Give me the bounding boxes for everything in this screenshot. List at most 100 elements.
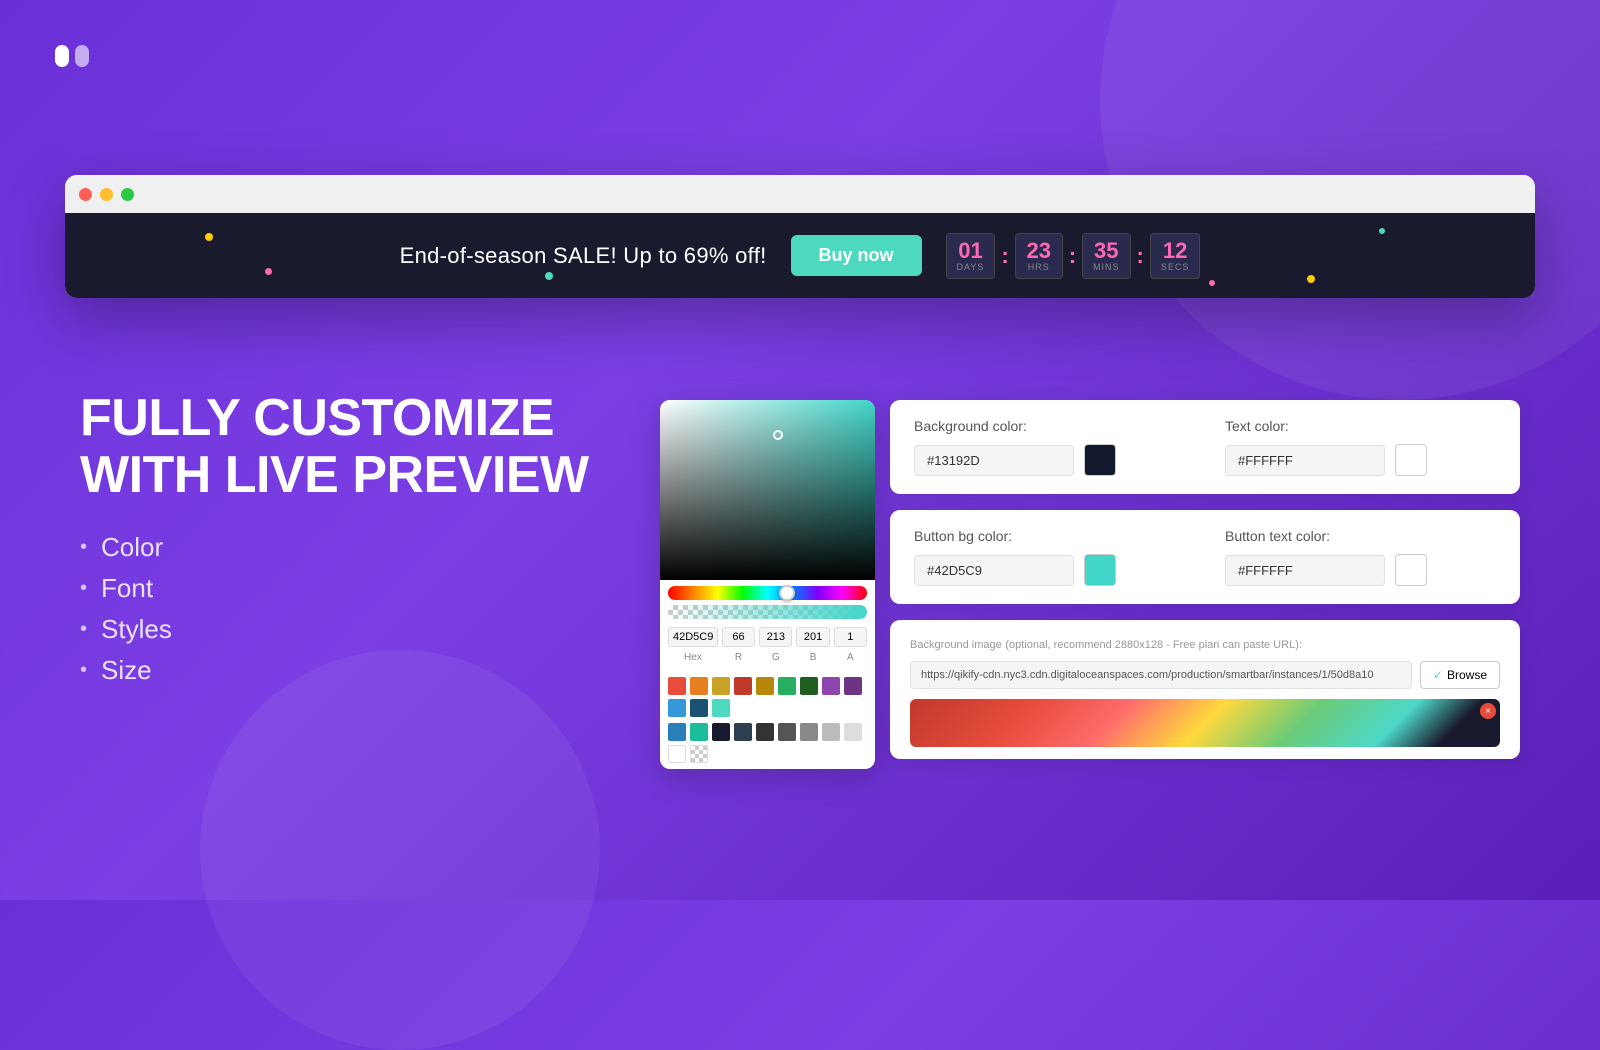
window-minimize-dot[interactable] <box>100 188 113 201</box>
banner-sale-text: End-of-season SALE! Up to 69% off! <box>400 243 767 269</box>
btn-text-color-group: Button text color: <box>1225 528 1496 586</box>
deco-dot-pink <box>265 268 272 275</box>
logo <box>48 32 96 80</box>
text-color-swatch[interactable] <box>1395 444 1427 476</box>
countdown-secs-label: SECS <box>1161 262 1190 272</box>
hex-input[interactable] <box>668 627 718 647</box>
countdown-secs-val: 12 <box>1161 240 1190 262</box>
browser-titlebar <box>65 175 1535 213</box>
main-title: FULLY CUSTOMIZE WITH LIVE PREVIEW <box>80 390 640 504</box>
swatch-dark-green[interactable] <box>800 677 818 695</box>
right-panels: Background color: Text color: Button bg … <box>890 400 1520 759</box>
countdown-days-val: 01 <box>957 240 985 262</box>
swatch-mid-gray[interactable] <box>778 723 796 741</box>
countdown-hrs-val: 23 <box>1026 240 1052 262</box>
swatch-orange[interactable] <box>690 677 708 695</box>
deco-dot-cyan2 <box>545 272 553 280</box>
swatch-mid-blue[interactable] <box>668 723 686 741</box>
r-label: R <box>722 651 755 663</box>
swatch-dark-navy[interactable] <box>734 723 752 741</box>
window-close-dot[interactable] <box>79 188 92 201</box>
browse-button[interactable]: ✓ Browse <box>1420 661 1500 689</box>
swatch-dark-purple[interactable] <box>844 677 862 695</box>
countdown-mins-label: MINS <box>1093 262 1120 272</box>
swatch-red[interactable] <box>668 677 686 695</box>
text-color-label: Text color: <box>1225 418 1496 434</box>
countdown-secs: 12 SECS <box>1150 233 1201 279</box>
countdown-hrs: 23 HRS <box>1015 233 1063 279</box>
g-input[interactable] <box>759 627 792 647</box>
feature-font: •Font <box>80 573 640 604</box>
bg-color-group: Background color: <box>914 418 1185 476</box>
a-input[interactable] <box>834 627 867 647</box>
swatch-white[interactable] <box>668 745 686 763</box>
swatch-gold[interactable] <box>712 677 730 695</box>
btn-text-color-swatch[interactable] <box>1395 554 1427 586</box>
swatch-blue[interactable] <box>668 699 686 717</box>
countdown-sep1: : <box>1001 243 1008 269</box>
deco-dot-yellow2 <box>1307 275 1315 283</box>
text-color-input-row <box>1225 444 1496 476</box>
swatch-dark-gold[interactable] <box>756 677 774 695</box>
btn-bg-input-row <box>914 554 1185 586</box>
swatch-lighter-gray[interactable] <box>844 723 862 741</box>
color-swatches-2 <box>660 723 875 769</box>
swatch-navy[interactable] <box>712 723 730 741</box>
countdown-hrs-label: HRS <box>1026 262 1052 272</box>
window-maximize-dot[interactable] <box>121 188 134 201</box>
left-section: FULLY CUSTOMIZE WITH LIVE PREVIEW •Color… <box>80 390 640 696</box>
color-gradient[interactable] <box>660 400 875 580</box>
swatch-gray[interactable] <box>800 723 818 741</box>
b-label: B <box>796 651 829 663</box>
deco-dot-pink2 <box>1209 280 1215 286</box>
swatch-dark-blue[interactable] <box>690 699 708 717</box>
btn-text-input-row <box>1225 554 1496 586</box>
btn-text-color-input[interactable] <box>1225 555 1385 586</box>
bg-color-label: Background color: <box>914 418 1185 434</box>
color-inputs: Hex R G B A <box>660 619 875 671</box>
image-preview: × <box>910 699 1500 747</box>
bg-text-color-panel: Background color: Text color: <box>890 400 1520 494</box>
deco-dot-yellow <box>205 233 213 241</box>
countdown-days-label: DAYS <box>957 262 985 272</box>
bg-color-input-row <box>914 444 1185 476</box>
bg-color-input[interactable] <box>914 445 1074 476</box>
swatch-light-gray[interactable] <box>822 723 840 741</box>
hue-bar[interactable] <box>668 586 867 600</box>
image-url-input[interactable] <box>910 661 1412 689</box>
feature-color: •Color <box>80 532 640 563</box>
countdown-mins-val: 35 <box>1093 240 1120 262</box>
image-url-row: ✓ Browse <box>910 661 1500 689</box>
btn-bg-color-group: Button bg color: <box>914 528 1185 586</box>
image-remove-button[interactable]: × <box>1480 703 1496 719</box>
hue-thumb <box>779 585 795 601</box>
swatch-cyan[interactable] <box>712 699 730 717</box>
r-input[interactable] <box>722 627 755 647</box>
feature-list: •Color •Font •Styles •Size <box>80 532 640 686</box>
g-label: G <box>759 651 792 663</box>
btn-bg-color-input[interactable] <box>914 555 1074 586</box>
bg-color-row: Background color: Text color: <box>914 418 1496 476</box>
hex-label: Hex <box>668 651 718 663</box>
bg-circle-2 <box>200 650 600 1050</box>
button-color-panel: Button bg color: Button text color: <box>890 510 1520 604</box>
btn-bg-color-label: Button bg color: <box>914 528 1185 544</box>
b-input[interactable] <box>796 627 829 647</box>
swatch-dark-gray[interactable] <box>756 723 774 741</box>
deco-dot-cyan <box>1379 228 1385 234</box>
alpha-bar[interactable] <box>668 605 867 619</box>
banner-buy-button[interactable]: Buy now <box>791 235 922 276</box>
browse-check-icon: ✓ <box>1433 668 1443 682</box>
image-panel-label: Background image (optional, recommend 28… <box>910 636 1500 651</box>
btn-color-row: Button bg color: Button text color: <box>914 528 1496 586</box>
swatch-transparent[interactable] <box>690 745 708 763</box>
text-color-input[interactable] <box>1225 445 1385 476</box>
countdown-sep3: : <box>1137 243 1144 269</box>
bg-color-swatch[interactable] <box>1084 444 1116 476</box>
swatch-purple[interactable] <box>822 677 840 695</box>
swatch-teal[interactable] <box>690 723 708 741</box>
countdown-sep2: : <box>1069 243 1076 269</box>
swatch-green[interactable] <box>778 677 796 695</box>
swatch-dark-red[interactable] <box>734 677 752 695</box>
btn-bg-color-swatch[interactable] <box>1084 554 1116 586</box>
